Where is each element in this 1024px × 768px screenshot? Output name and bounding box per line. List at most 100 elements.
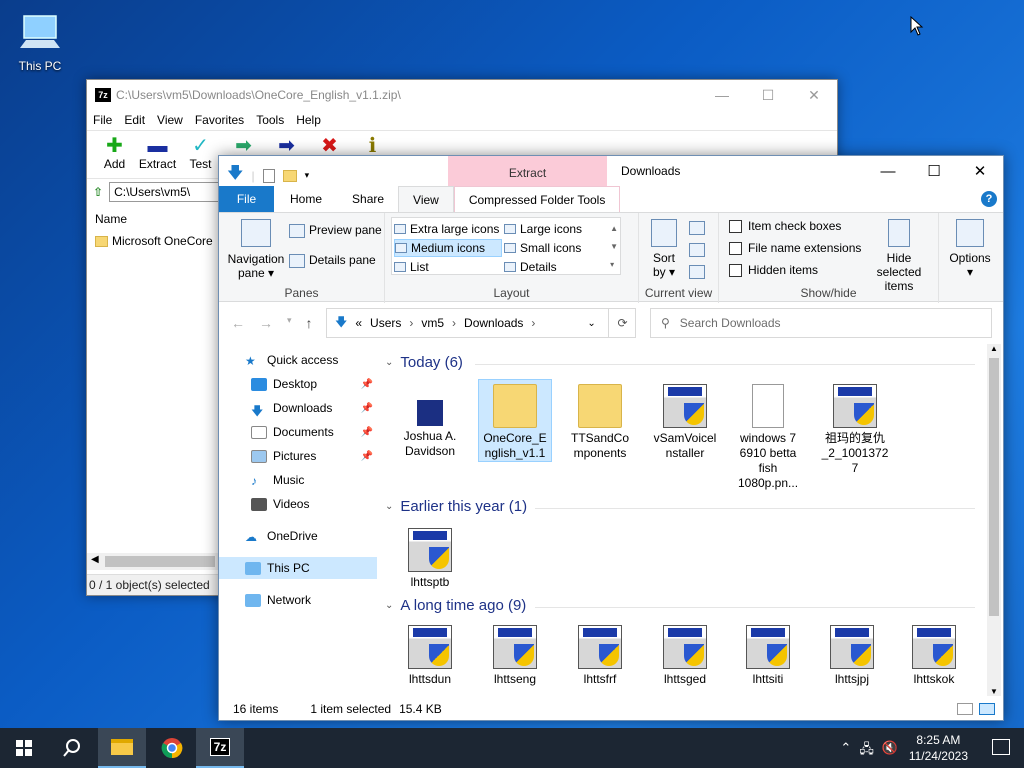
search-input[interactable]: ⚲ Search Downloads (650, 308, 992, 338)
large-icons-view-icon[interactable] (979, 703, 995, 715)
extract-button[interactable]: ▬ Extract (136, 131, 179, 178)
add-button[interactable]: ✚ Add (93, 131, 136, 178)
tab-view[interactable]: View (398, 186, 454, 212)
breadcrumb-overflow[interactable]: « (355, 316, 362, 330)
hidden-items-checkbox[interactable]: Hidden items (729, 259, 861, 281)
nav-network[interactable]: Network (219, 589, 377, 611)
explorer-window[interactable]: 🡇 | ▾ Extract Downloads — ☐ ✕ File Home … (218, 155, 1004, 721)
details-view-icon[interactable] (957, 703, 973, 715)
file-item[interactable]: vSamVoicel nstaller (648, 380, 722, 461)
size-columns-icon[interactable] (689, 265, 705, 279)
file-item[interactable]: lhttsjpj (815, 621, 889, 687)
layout-list[interactable]: List (394, 258, 502, 276)
nav-downloads[interactable]: 🡇 Downloads 📌 (219, 397, 377, 419)
layout-scroll-icon[interactable]: ▲ ▼ ▾ (610, 220, 618, 274)
clock[interactable]: 8:25 AM 11/24/2023 (909, 732, 968, 764)
help-icon[interactable]: ? (981, 191, 997, 207)
nav-music[interactable]: ♪ Music (219, 469, 377, 491)
file-item[interactable]: lhttsiti (731, 621, 805, 687)
down-arrow-icon[interactable]: 🡇 (227, 162, 243, 189)
sevenzip-address-input[interactable]: C:\Users\vm5\ (109, 181, 220, 202)
file-name-extensions-checkbox[interactable]: File name extensions (729, 237, 861, 259)
qat-dropdown-icon[interactable]: ▾ (305, 170, 310, 181)
menu-file[interactable]: File (93, 113, 112, 127)
maximize-button[interactable]: ☐ (745, 80, 791, 110)
file-item[interactable]: lhttsptb (393, 524, 467, 590)
menu-edit[interactable]: Edit (124, 113, 145, 127)
nav-desktop[interactable]: Desktop 📌 (219, 373, 377, 395)
layout-small-icons[interactable]: Small icons (504, 239, 612, 257)
up-folder-icon[interactable]: ⇧ (93, 185, 103, 199)
menu-help[interactable]: Help (296, 113, 321, 127)
nav-documents[interactable]: Documents 📌 (219, 421, 377, 443)
test-button[interactable]: ✓ Test (179, 131, 222, 178)
sort-by-button[interactable]: Sort by ▾ (649, 219, 679, 279)
explorer-titlebar[interactable]: 🡇 | ▾ Extract Downloads — ☐ ✕ (219, 156, 1003, 186)
layout-medium-icons[interactable]: Medium icons (394, 239, 502, 257)
vertical-scrollbar[interactable]: ▲ ▼ (987, 344, 1001, 696)
address-dropdown-icon[interactable]: ⌄ (587, 318, 595, 329)
tab-compressed-folder-tools[interactable]: Compressed Folder Tools (453, 186, 621, 212)
layout-large-icons[interactable]: Large icons (504, 220, 612, 238)
maximize-button[interactable]: ☐ (911, 156, 957, 186)
this-pc-desktop-icon[interactable]: This PC (14, 10, 66, 73)
address-bar[interactable]: 🡇 « Users › vm5 › Downloads › ⌄ (326, 308, 636, 338)
close-button[interactable]: ✕ (957, 156, 1003, 186)
up-arrow-icon[interactable]: ↑ (306, 315, 313, 331)
minimize-button[interactable]: — (865, 156, 911, 186)
breadcrumb-users[interactable]: Users (370, 316, 401, 330)
file-explorer-taskbar-button[interactable] (98, 728, 146, 768)
file-item[interactable]: lhttsfrf (563, 621, 637, 687)
back-arrow-icon[interactable]: ← (231, 315, 245, 331)
refresh-icon[interactable]: ⟳ (608, 308, 636, 338)
new-folder-icon[interactable] (282, 169, 297, 182)
preview-pane-button[interactable]: Preview pane (289, 223, 382, 238)
file-item[interactable]: lhttsdun (393, 621, 467, 687)
details-pane-button[interactable]: Details pane (289, 253, 376, 268)
breadcrumb-vm5[interactable]: vm5 (421, 316, 444, 330)
navigation-pane-button[interactable]: Navigation pane ▾ (225, 219, 287, 280)
tab-share[interactable]: Share (338, 186, 398, 212)
file-item[interactable]: lhttskok (897, 621, 971, 687)
group-header-earlier[interactable]: ⌄ Earlier this year (1) (385, 498, 975, 515)
minimize-button[interactable]: — (699, 80, 745, 110)
menu-favorites[interactable]: Favorites (195, 113, 244, 127)
sevenzip-horizontal-scrollbar[interactable]: ◀ (87, 553, 218, 570)
close-button[interactable]: ✕ (791, 80, 837, 110)
options-button[interactable]: Options ▾ (947, 219, 993, 279)
properties-icon[interactable] (262, 168, 275, 183)
layout-extra-large-icons[interactable]: Extra large icons (394, 220, 502, 238)
file-item[interactable]: 祖玛的复仇 _2_1001372 7 (815, 380, 895, 476)
breadcrumb-downloads[interactable]: Downloads (464, 316, 523, 330)
notification-icon[interactable] (992, 739, 1010, 755)
group-header-today[interactable]: ⌄ Today (6) (385, 354, 975, 371)
show-hidden-icons-icon[interactable]: ⌃ (840, 740, 851, 762)
forward-arrow-icon[interactable]: → (259, 315, 273, 331)
recent-dropdown-icon[interactable]: ▾ (287, 315, 292, 331)
network-icon[interactable]: 🖧 (859, 740, 874, 762)
nav-videos[interactable]: Videos (219, 493, 377, 515)
file-item[interactable]: Joshua A. Davidson (393, 380, 467, 459)
hide-selected-items-button[interactable]: Hide selected items (863, 219, 935, 293)
file-item[interactable]: lhttsged (648, 621, 722, 687)
menu-view[interactable]: View (157, 113, 183, 127)
file-item[interactable]: lhttseng (478, 621, 552, 687)
nav-quick-access[interactable]: ★ Quick access (219, 349, 377, 371)
menu-tools[interactable]: Tools (256, 113, 284, 127)
tab-home[interactable]: Home (274, 186, 338, 212)
layout-details[interactable]: Details (504, 258, 612, 276)
search-button[interactable] (48, 728, 96, 768)
volume-muted-icon[interactable]: 🔇 (882, 740, 898, 762)
group-by-icon[interactable] (689, 221, 705, 235)
tab-file[interactable]: File (219, 186, 274, 212)
nav-onedrive[interactable]: ☁ OneDrive (219, 525, 377, 547)
file-item[interactable]: windows 7 6910 betta fish 1080p.pn... (729, 380, 807, 491)
file-item[interactable]: TTSandCo mponents (563, 380, 637, 461)
item-check-boxes-checkbox[interactable]: Item check boxes (729, 215, 861, 237)
add-columns-icon[interactable] (689, 243, 705, 257)
file-item-selected[interactable]: OneCore_E nglish_v1.1 (478, 379, 552, 462)
start-button[interactable] (0, 728, 48, 768)
group-header-long-ago[interactable]: ⌄ A long time ago (9) (385, 597, 975, 614)
nav-pictures[interactable]: Pictures 📌 (219, 445, 377, 467)
nav-this-pc[interactable]: This PC (219, 557, 377, 579)
